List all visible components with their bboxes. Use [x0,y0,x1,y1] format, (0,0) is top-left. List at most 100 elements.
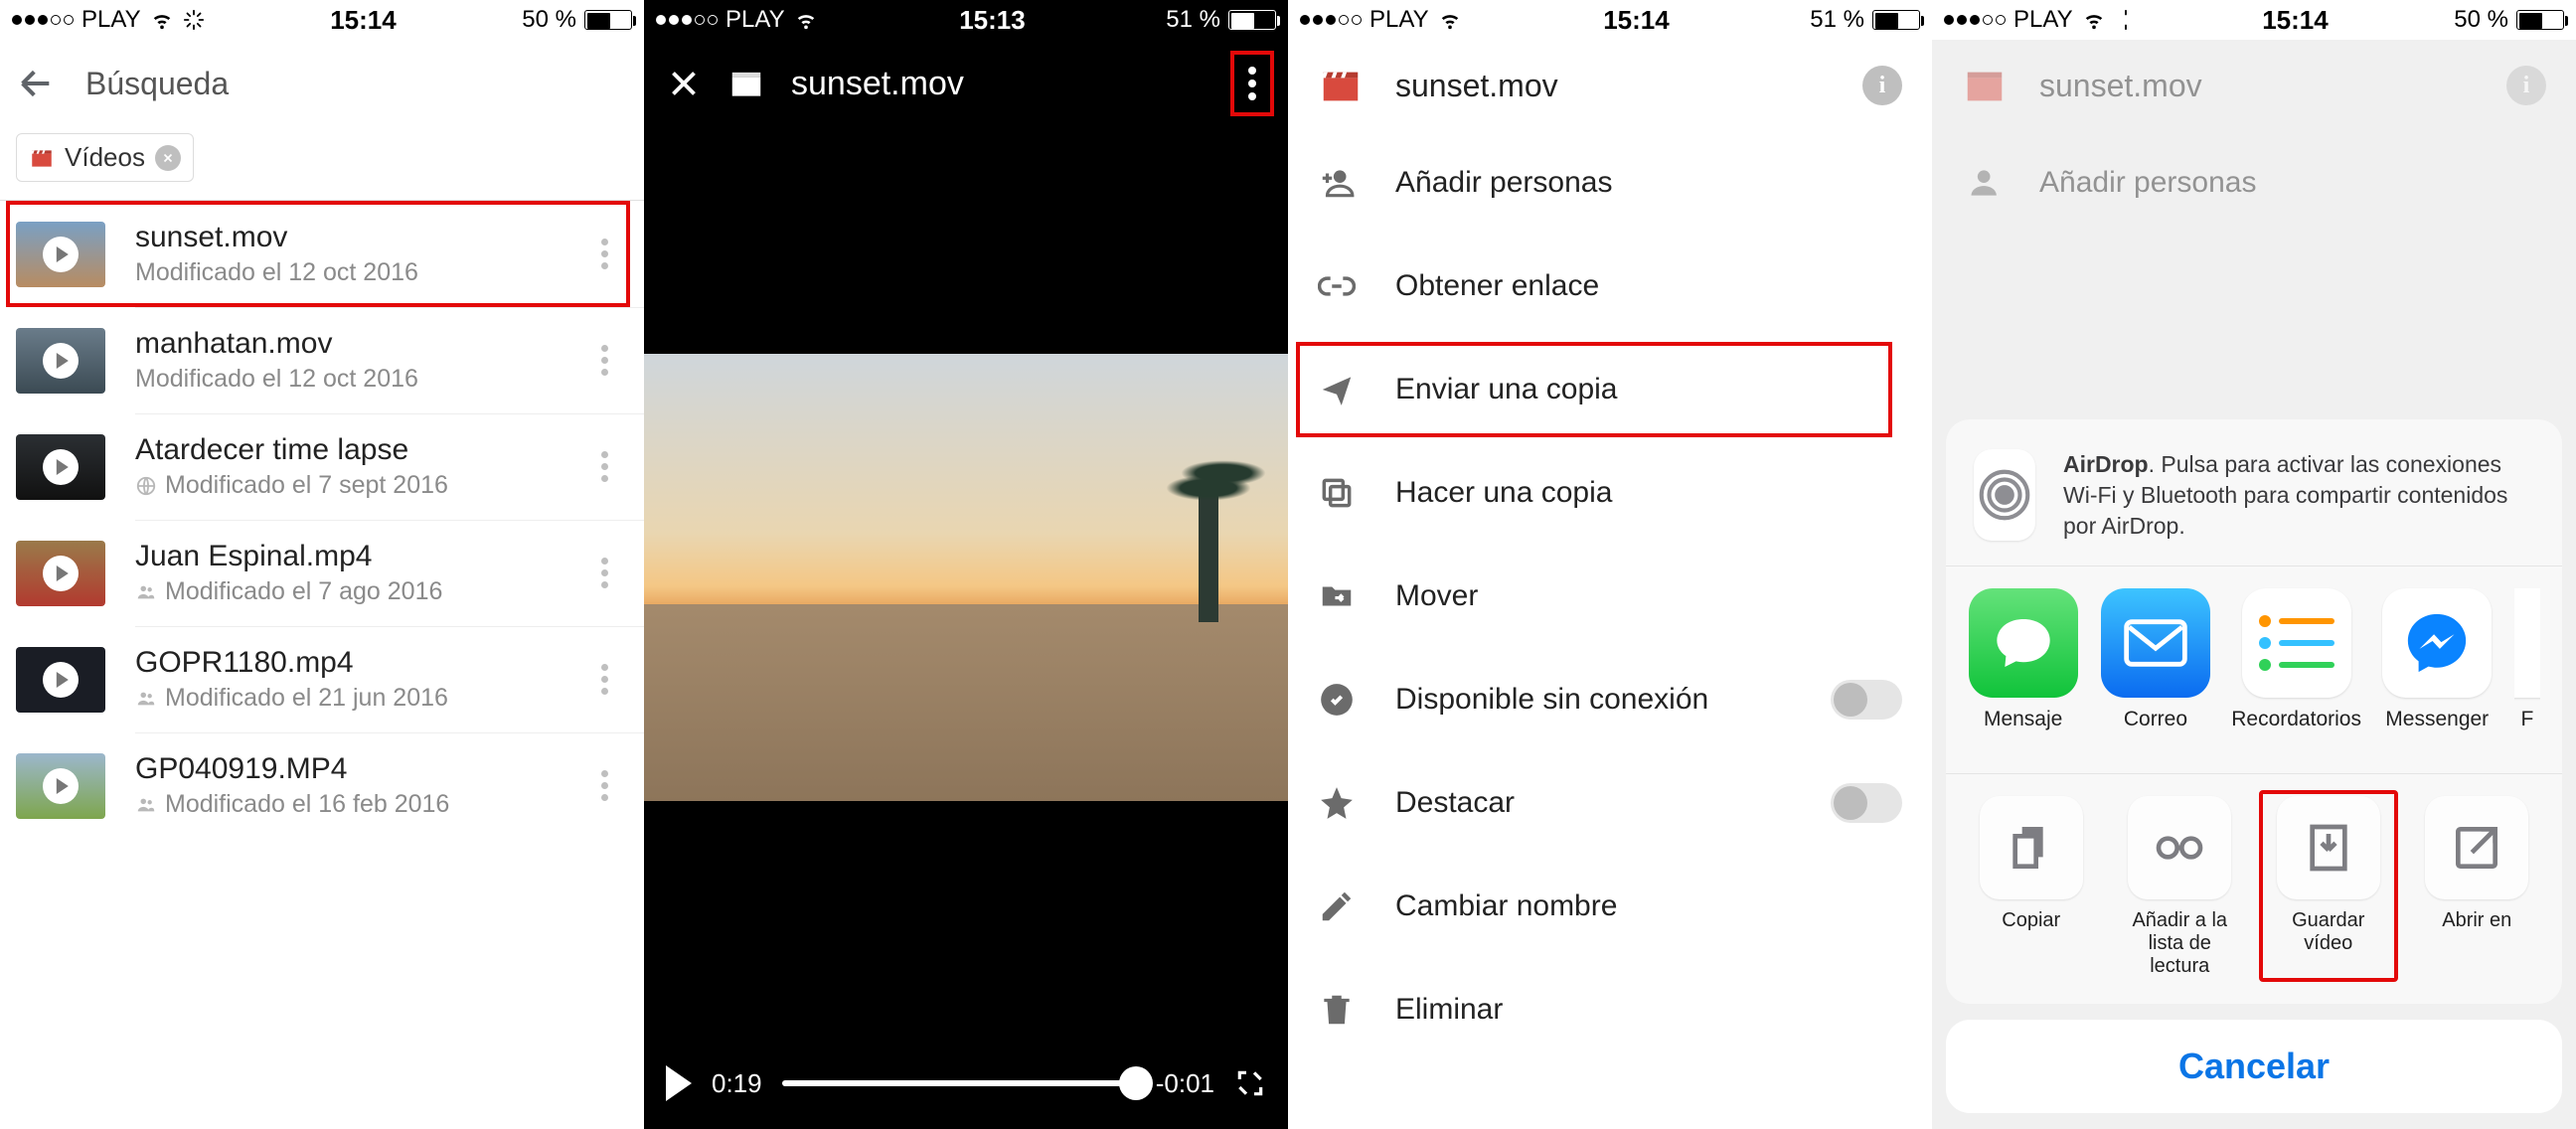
people-icon [135,688,157,710]
list-item[interactable]: manhatan.mov Modificado el 12 oct 2016 [0,307,644,413]
time-remaining: -0:01 [1156,1068,1214,1099]
share-sheet: AirDrop. Pulsa para activar las conexion… [1946,419,2562,1113]
clapper-icon [1962,63,2008,108]
messenger-icon [2382,588,2492,698]
file-title: sunset.mov [2039,68,2202,104]
person-add-icon [1962,164,2000,202]
status-bar: PLAY 15:14 50 % [0,0,644,40]
switch[interactable] [1831,680,1902,720]
action-make-copy[interactable]: Hacer una copia [1288,441,1932,545]
scrubber[interactable] [782,1080,1136,1086]
action-label: Obtener enlace [1395,269,1599,303]
file-title: manhatan.mov [135,327,580,361]
app-more[interactable]: F [2514,588,2540,753]
file-sub: Modificado el 12 oct 2016 [135,258,580,287]
list-item[interactable]: sunset.mov Modificado el 12 oct 2016 [0,201,644,307]
overflow-menu[interactable] [1238,59,1266,108]
reminders-icon [2242,588,2351,698]
carrier-label: PLAY [2013,6,2073,34]
action-add-people[interactable]: Añadir personas [1288,131,1932,235]
vdots-icon [601,239,608,269]
list-item[interactable]: Atardecer time lapse Modificado el 7 sep… [0,413,644,520]
action-label: Disponible sin conexión [1395,683,1708,717]
detail-header: sunset.mov i [1932,40,2576,131]
chip-clear-icon[interactable] [155,145,181,171]
list-item[interactable]: Juan Espinal.mp4 Modificado el 7 ago 201… [0,520,644,626]
list-item[interactable]: GP040919.MP4 Modificado el 16 feb 2016 [0,732,644,839]
action-move[interactable]: Mover [1288,545,1932,648]
sys-reading-list[interactable]: Añadir a la lista de lectura [2117,796,2244,978]
action-label: Añadir personas [2039,166,2256,200]
app-row[interactable]: Mensaje Correo Recordatorios Mess [1946,565,2562,773]
airdrop-row[interactable]: AirDrop. Pulsa para activar las conexion… [1946,419,2562,565]
panel-player: PLAY 15:13 51 % sunset.mov 0:19 -0:01 [644,0,1288,1129]
panel-share-sheet: PLAY 15:14 50 % sunset.mov i Añadir pers… [1932,0,2576,1129]
sys-label: Guardar vídeo [2265,909,2392,955]
action-label: Cambiar nombre [1395,889,1617,923]
action-offline[interactable]: Disponible sin conexión [1288,648,1932,751]
app-label: Messenger [2385,708,2489,753]
sys-save-video[interactable]: Guardar vídeo [2265,796,2392,978]
filter-row: Vídeos [0,127,644,201]
signal-icon [1300,15,1362,25]
vdots-icon [601,345,608,376]
back-icon[interactable] [16,64,56,103]
trash-icon [1318,991,1356,1029]
thumbnail [16,328,105,394]
status-bar: PLAY 15:14 51 % [1288,0,1932,40]
app-reminders[interactable]: Recordatorios [2233,588,2360,753]
file-title: GOPR1180.mp4 [135,646,580,680]
clapper-icon [1318,63,1364,108]
file-title: sunset.mov [791,65,964,103]
item-menu[interactable] [580,345,628,376]
sys-copy[interactable]: Copiar [1968,796,2095,978]
action-star[interactable]: Destacar [1288,751,1932,855]
battery-icon [1228,10,1276,30]
sys-open-in[interactable]: Abrir en [2414,796,2541,978]
fullscreen-icon[interactable] [1234,1067,1266,1099]
sys-label: Copiar [2002,909,2060,955]
save-icon [2277,796,2380,899]
player-controls: 0:19 -0:01 [644,1038,1288,1129]
file-sub: Modificado el 16 feb 2016 [135,790,580,819]
action-rename[interactable]: Cambiar nombre [1288,855,1932,958]
link-icon [1318,267,1356,305]
mail-icon [2101,588,2210,698]
status-bar: PLAY 15:14 50 % [1932,0,2576,40]
system-action-row[interactable]: Copiar Añadir a la lista de lectura Guar… [1946,773,2562,1004]
cancel-button[interactable]: Cancelar [1946,1020,2562,1113]
offline-icon [1318,681,1356,719]
item-menu[interactable] [580,664,628,695]
thumbnail [16,434,105,500]
action-add-people: Añadir personas [1932,131,2576,235]
item-menu[interactable] [580,451,628,482]
globe-icon [135,475,157,497]
file-title: Juan Espinal.mp4 [135,540,580,573]
app-mail[interactable]: Correo [2100,588,2210,753]
copy-icon [1980,796,2083,899]
action-delete[interactable]: Eliminar [1288,958,1932,1061]
info-icon[interactable]: i [1862,66,1902,105]
sys-label: Añadir a la lista de lectura [2117,909,2244,978]
file-sub: Modificado el 12 oct 2016 [135,365,580,394]
item-menu[interactable] [580,239,628,269]
vdots-icon [601,770,608,801]
app-messenger[interactable]: Messenger [2382,588,2493,753]
item-menu[interactable] [580,558,628,588]
video-frame[interactable] [644,354,1288,801]
wifi-icon [793,9,819,31]
status-bar: PLAY 15:13 51 % [644,0,1288,40]
list-item[interactable]: GOPR1180.mp4 Modificado el 21 jun 2016 [0,626,644,732]
action-send-copy[interactable]: Enviar una copia [1288,338,1932,441]
action-label: Enviar una copia [1395,373,1617,406]
battery-pct: 51 % [1810,6,1864,34]
play-icon[interactable] [666,1065,692,1101]
app-label: Mensaje [1984,708,2062,753]
app-messages[interactable]: Mensaje [1968,588,2078,753]
switch[interactable] [1831,783,1902,823]
close-icon[interactable] [666,66,702,101]
filter-chip[interactable]: Vídeos [16,133,194,182]
item-menu[interactable] [580,770,628,801]
airdrop-text: AirDrop. Pulsa para activar las conexion… [2063,449,2534,542]
action-get-link[interactable]: Obtener enlace [1288,235,1932,338]
